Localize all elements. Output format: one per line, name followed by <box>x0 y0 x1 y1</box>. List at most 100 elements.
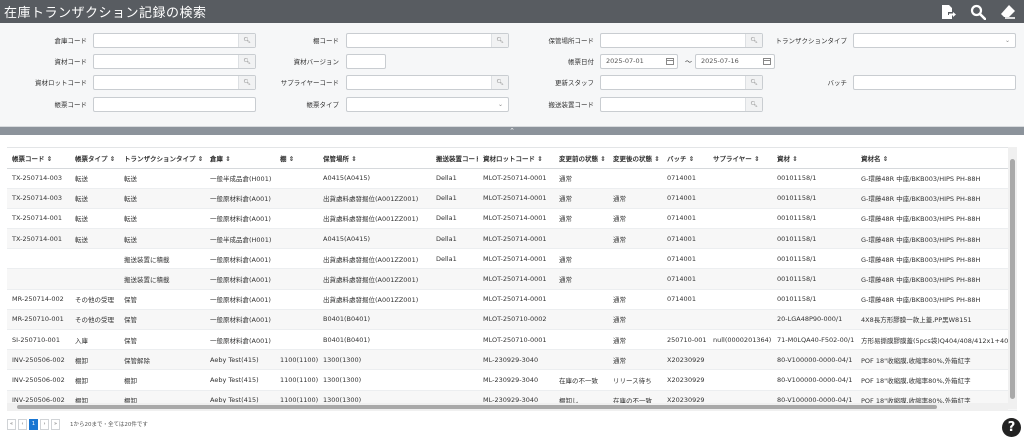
table-cell: 通常 <box>608 329 662 351</box>
table-cell <box>708 369 772 391</box>
table-cell: 出貨處料處發掘位(A001ZZ001) <box>318 188 431 209</box>
table-row[interactable]: MR-250710-001 その他の受理 保管 一般原材料倉(A001) B0401(B… <box>7 309 1017 331</box>
transport-code-search-button[interactable]: 🔍︎ <box>745 98 762 111</box>
table-cell: その他の受理 <box>70 289 119 310</box>
column-header[interactable]: 資材名 ⇕ <box>856 148 1017 169</box>
prev-page-button[interactable]: ‹ <box>18 418 27 430</box>
column-header[interactable]: 倉庫 ⇕ <box>205 148 275 169</box>
vertical-scrollbar[interactable] <box>1008 147 1017 409</box>
table-cell <box>431 329 478 351</box>
next-page-button[interactable]: › <box>40 418 49 430</box>
table-cell: TX-250714-003 <box>7 168 70 189</box>
column-header[interactable]: 変更前の状態 ⇕ <box>554 148 608 169</box>
column-header[interactable]: 変更後の状態 ⇕ <box>608 148 662 169</box>
column-header[interactable]: トランザクションタイプ ⇕ <box>119 148 205 169</box>
table-cell: 通常 <box>608 208 662 230</box>
table-cell: MLOT-250714-0001 <box>478 228 554 250</box>
column-header[interactable]: バッチ ⇕ <box>662 148 708 169</box>
ledger-date-to-input[interactable]: 2025-07-16 <box>695 54 775 69</box>
lot-code-input[interactable]: 🔍︎ <box>93 75 256 90</box>
results-grid: 帳票コード ⇕ 帳票タイプ ⇕ トランザクションタイプ ⇕ 倉庫 ⇕ 棚 ⇕ 保管場所 ⇕… <box>7 147 1017 413</box>
table-row[interactable]: TX-250714-003 転送 転送 一般半成品倉(H001) A0415(A0415… <box>7 168 1017 189</box>
table-row[interactable]: TX-250714-003 転送 転送 一般原材料倉(A001) 出貨處料處發掘位(A0… <box>7 188 1017 209</box>
table-header-row: 帳票コード ⇕ 帳票タイプ ⇕ トランザクションタイプ ⇕ 倉庫 ⇕ 棚 ⇕ 保管場所 ⇕… <box>7 148 1017 169</box>
transport-code-input[interactable]: 🔍︎ <box>600 97 763 112</box>
table-cell: 転送 <box>70 208 119 230</box>
table-cell: その他の受理 <box>70 309 119 331</box>
table-cell: TX-250714-001 <box>7 228 70 250</box>
table-cell <box>554 289 608 310</box>
table-cell: 通常 <box>608 188 662 209</box>
panel-collapse-splitter[interactable]: ⌃ <box>0 127 1024 135</box>
ledger-type-select[interactable]: ⌄ <box>346 97 509 112</box>
storage-code-label: 保管場所コード <box>548 37 595 45</box>
table-cell <box>708 188 772 209</box>
shelf-code-input[interactable]: 🔍︎ <box>346 33 509 48</box>
column-header[interactable]: 帳票タイプ ⇕ <box>70 148 119 169</box>
vertical-scroll-thumb[interactable] <box>1010 159 1015 399</box>
toolbar <box>938 2 1018 21</box>
material-code-input[interactable]: 🔍︎ <box>93 54 256 69</box>
export-button[interactable] <box>938 2 958 21</box>
column-header[interactable]: 帳票コード ⇕ <box>7 148 70 169</box>
tx-type-select[interactable]: ⌄ <box>853 33 1016 48</box>
table-cell: 通常 <box>608 228 662 250</box>
column-header[interactable]: 棚 ⇕ <box>275 148 318 169</box>
ledger-date-from-input[interactable]: 2025-07-01 <box>600 54 678 69</box>
table-row[interactable]: 搬送装置に積載 一般原材料倉(A001) 出貨處料處發掘位(A001ZZ001) De… <box>7 248 1017 270</box>
horizontal-scroll-thumb[interactable] <box>17 405 937 409</box>
export-icon <box>942 4 956 19</box>
table-row[interactable]: SI-250710-001 入庫 保管 一般原材料倉(A001) B0401(B0401… <box>7 329 1017 351</box>
pagination-info: 1から20まで・全ては20件です <box>70 422 148 428</box>
table-cell: G-環藤48R 中座/BKB003/HIPS PH-88H <box>856 289 1017 310</box>
clear-button[interactable] <box>998 2 1018 21</box>
table-cell <box>708 289 772 310</box>
material-version-input[interactable] <box>346 54 386 69</box>
warehouse-code-input[interactable]: 🔍︎ <box>93 33 256 48</box>
search-icon: 🔍︎ <box>750 101 758 108</box>
table-row[interactable]: MR-250714-002 その他の受理 保管 一般原材料倉(A001) 出貨處料處發掘… <box>7 289 1017 310</box>
app-header: 在庫トランザクション記録の検索 <box>0 0 1024 23</box>
table-cell: Della1 <box>431 228 478 250</box>
table-cell: 在庫の不一致 <box>554 369 608 391</box>
table-cell <box>275 168 318 189</box>
column-header[interactable]: 資材 ⇕ <box>772 148 856 169</box>
column-header[interactable]: 資材ロットコード ⇕ <box>478 148 554 169</box>
first-page-button[interactable]: « <box>7 418 16 430</box>
table-cell <box>70 248 119 270</box>
batch-input[interactable] <box>853 75 1016 90</box>
table-row[interactable]: TX-250714-001 転送 転送 一般原材料倉(A001) 出貨處料處發掘位(A0… <box>7 208 1017 230</box>
table-cell: 1100(1100) <box>275 349 318 371</box>
page-1-button[interactable]: 1 <box>29 418 38 430</box>
last-page-button[interactable]: » <box>51 418 60 430</box>
table-cell: Aeby Test(415) <box>205 349 275 371</box>
table-cell: 方形易撕膜膠膜蓋(5pcs袋)Q404/408/412x1+406 <box>856 329 1017 351</box>
search-button[interactable] <box>968 2 988 21</box>
table-cell <box>7 248 70 270</box>
table-cell: 一般原材料倉(A001) <box>205 268 275 290</box>
table-cell <box>275 329 318 351</box>
column-header[interactable]: サプライヤー ⇕ <box>708 148 772 169</box>
table-cell: 搬送装置に積載 <box>119 268 205 290</box>
table-cell: 通常 <box>608 349 662 371</box>
ledger-code-input[interactable] <box>93 97 256 112</box>
table-row[interactable]: TX-250714-001 転送 転送 一般半成品倉(H001) A0415(A0415… <box>7 228 1017 250</box>
help-icon: ? <box>1007 420 1016 435</box>
storage-code-input[interactable]: 🔍︎ <box>600 33 763 48</box>
horizontal-scrollbar[interactable] <box>7 403 1008 411</box>
table-row[interactable]: INV-250506-002 棚卸 棚卸 Aeby Test(415) 1100(110… <box>7 369 1017 391</box>
supplier-code-input[interactable]: 🔍︎ <box>346 75 509 90</box>
table-row[interactable]: INV-250506-002 棚卸 保管解除 Aeby Test(415) 1100(1… <box>7 349 1017 371</box>
table-cell: 00101158/1 <box>772 168 856 189</box>
column-header[interactable]: 保管場所 ⇕ <box>318 148 431 169</box>
table-cell: 通常 <box>554 208 608 230</box>
table-cell <box>431 309 478 331</box>
table-row[interactable]: 搬送装置に積載 一般原材料倉(A001) 出貨處料處發掘位(A001ZZ001) ML… <box>7 268 1017 290</box>
help-button[interactable]: ? <box>1002 418 1021 437</box>
column-header[interactable]: 搬送装置コード ⇕ <box>431 148 478 169</box>
update-staff-input[interactable]: 🔍︎ <box>600 75 763 90</box>
tx-type-label: トランザクションタイプ <box>775 37 848 45</box>
table-cell: null(0000201364) <box>708 329 772 351</box>
table-cell: 保管 <box>119 329 205 351</box>
table-cell: 00101158/1 <box>772 289 856 310</box>
